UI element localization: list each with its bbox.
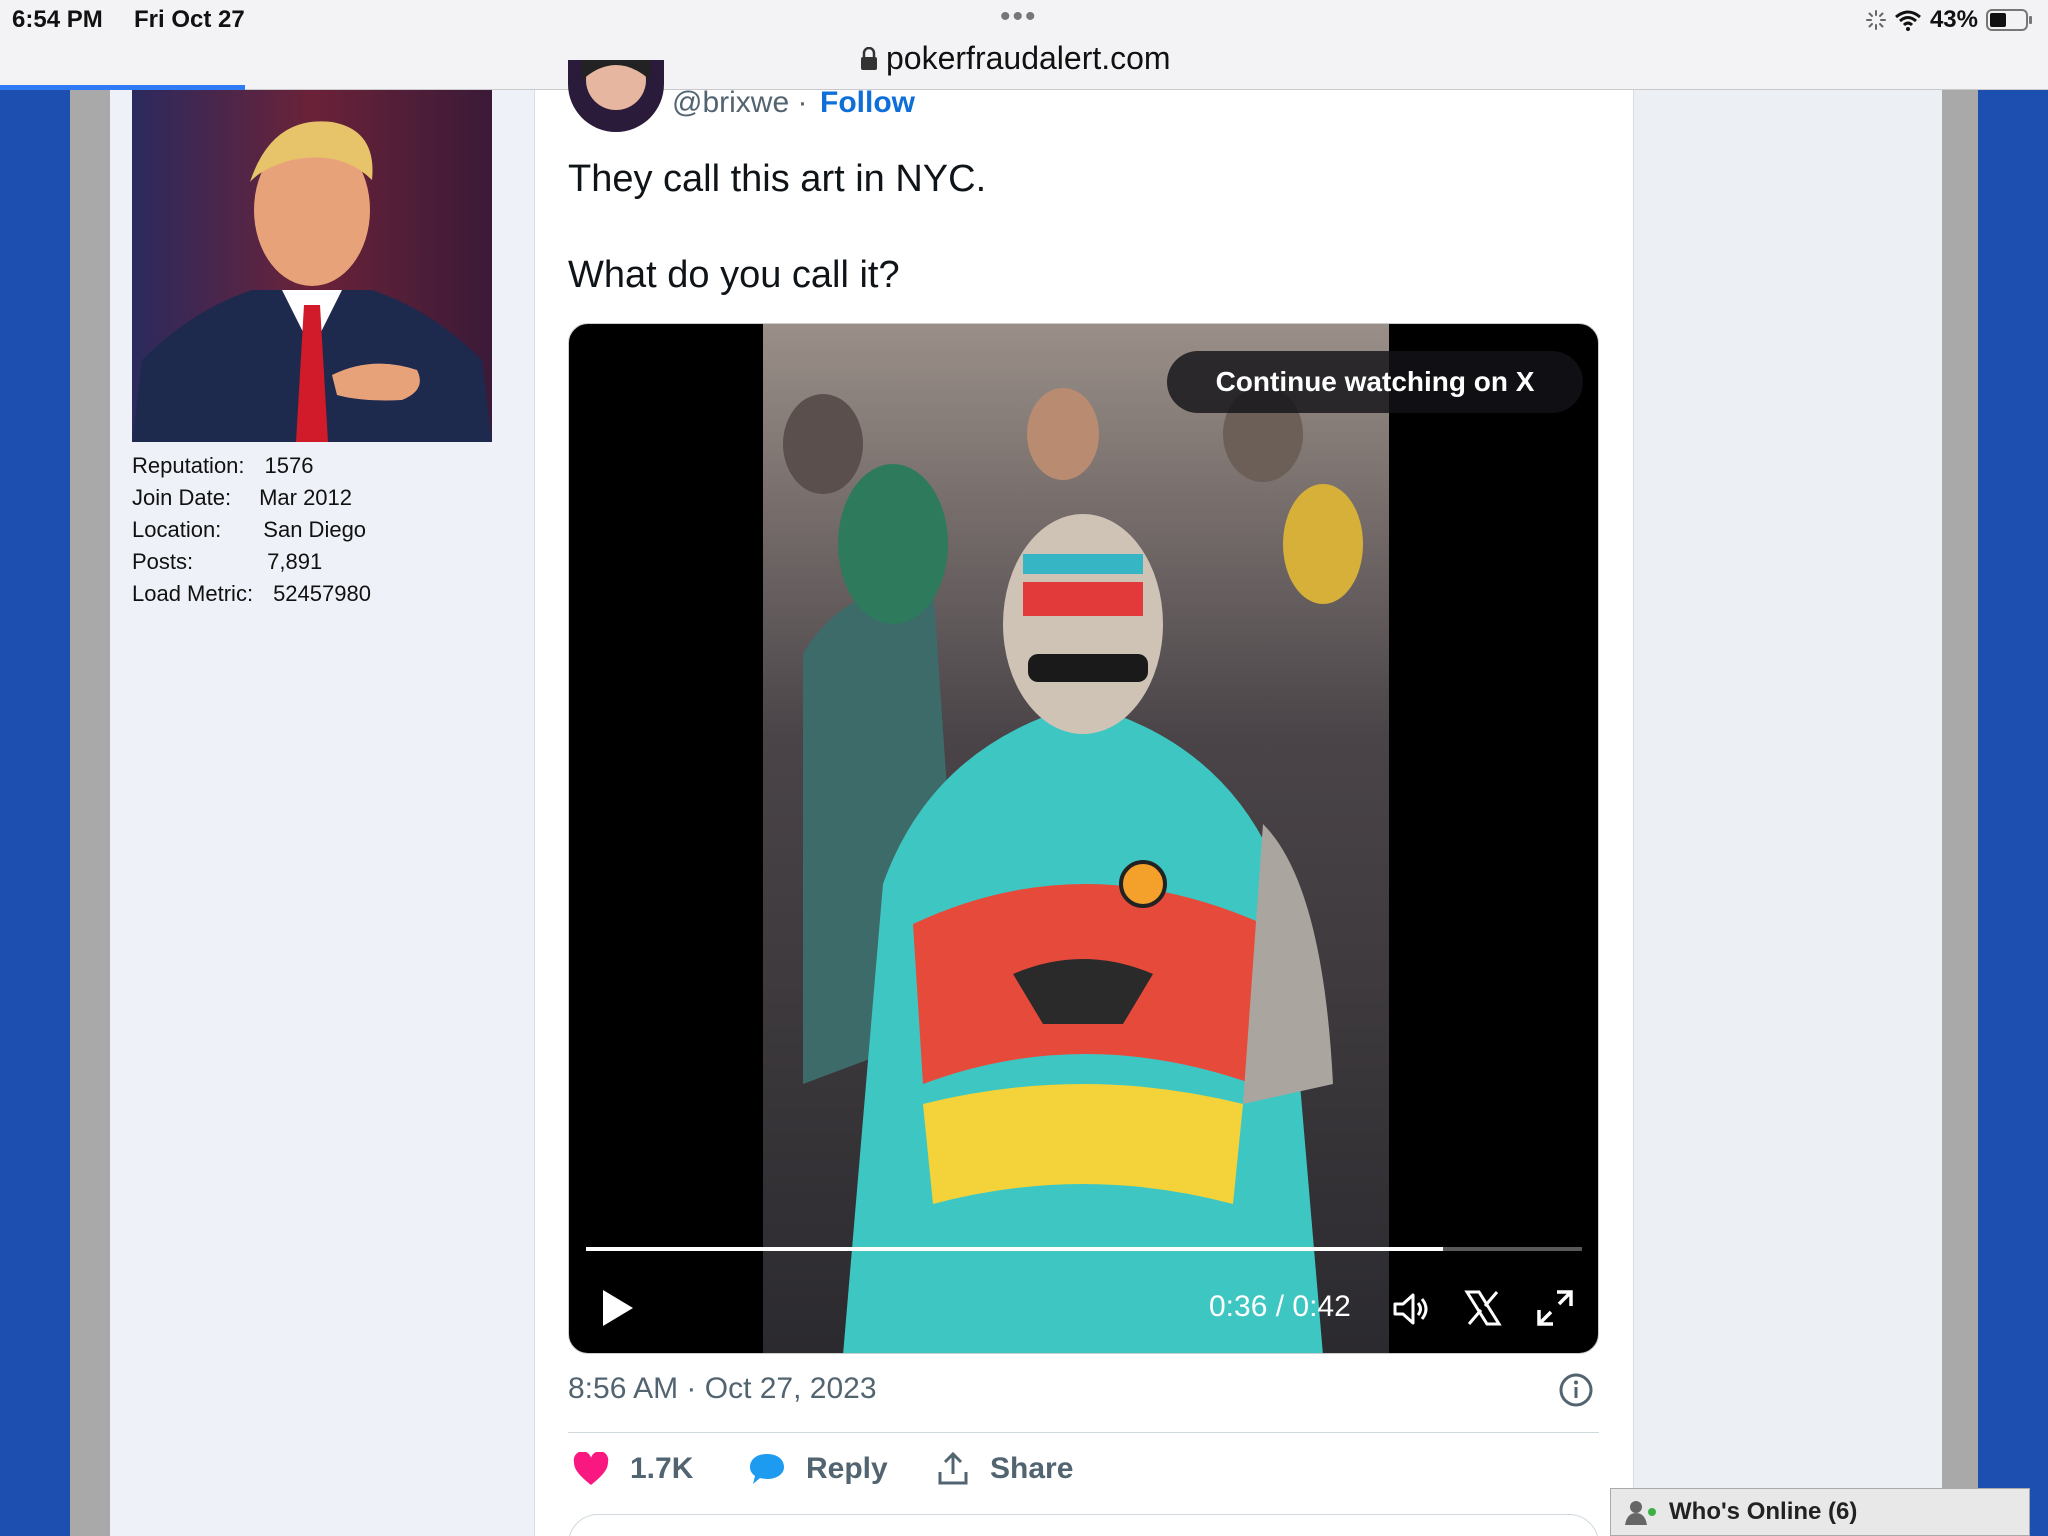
user-info-row: Reputation: 1576 xyxy=(132,450,371,482)
tab-overflow-dots[interactable]: ••• xyxy=(1000,0,1038,34)
user-info-row: Join Date: Mar 2012 xyxy=(132,482,371,514)
user-info-label: Reputation: xyxy=(132,453,245,478)
whos-online-tab[interactable]: Who's Online (6) xyxy=(1610,1488,2030,1536)
user-info-row: Location: San Diego xyxy=(132,514,371,546)
x-logo-icon[interactable] xyxy=(1463,1288,1503,1328)
address-bar[interactable]: pokerfraudalert.com xyxy=(860,40,1171,77)
video-frame xyxy=(763,324,1389,1353)
tweet-timestamp[interactable]: 8:56 AM · Oct 27, 2023 xyxy=(568,1372,877,1406)
right-gutter xyxy=(1634,90,1942,1536)
like-count: 1.7K xyxy=(630,1452,694,1485)
fullscreen-icon[interactable] xyxy=(1535,1288,1575,1328)
volume-muted-icon[interactable] xyxy=(1389,1288,1431,1330)
url-domain: pokerfraudalert.com xyxy=(886,40,1171,76)
user-info-value: 7,891 xyxy=(267,549,323,574)
tweet-text-line-1: They call this art in NYC. xyxy=(568,158,987,200)
heart-icon xyxy=(573,1452,609,1485)
reply-button[interactable]: Reply xyxy=(748,1452,888,1486)
video-progress-bar[interactable] xyxy=(586,1247,1582,1251)
like-button[interactable]: 1.7K xyxy=(572,1452,693,1486)
page-border-right xyxy=(1942,90,1978,1536)
lock-icon xyxy=(861,46,877,70)
follow-button[interactable]: Follow xyxy=(820,86,915,120)
status-date: Fri Oct 27 xyxy=(134,6,245,33)
play-icon[interactable] xyxy=(597,1286,637,1330)
tweet-divider xyxy=(568,1432,1599,1433)
share-button[interactable]: Share xyxy=(936,1452,1073,1486)
user-info-list: Reputation: 1576 Join Date: Mar 2012 Locatio… xyxy=(132,450,371,610)
battery-icon xyxy=(1986,9,2032,31)
speech-bubble-icon xyxy=(750,1454,784,1484)
status-time: 6:54 PM xyxy=(12,6,103,33)
user-info-row: Posts: 7,891 xyxy=(132,546,371,578)
user-info-value: Mar 2012 xyxy=(259,485,353,510)
activity-spinner-icon xyxy=(1865,10,1886,30)
read-replies-button[interactable] xyxy=(568,1514,1599,1536)
user-info-value: 1576 xyxy=(264,453,314,478)
wifi-icon xyxy=(1894,10,1921,31)
continue-watching-button[interactable]: Continue watching on X xyxy=(1167,351,1583,413)
user-info-row: Load Metric: 52457980 xyxy=(132,578,371,610)
video-time: 0:36 / 0:42 xyxy=(1209,1290,1351,1323)
tweet-text-line-2: What do you call it? xyxy=(568,254,900,296)
user-info-label: Load Metric: xyxy=(132,581,254,606)
users-online-icon xyxy=(1625,1501,1656,1525)
user-info-value: 52457980 xyxy=(273,581,371,606)
tweet-video-player[interactable]: Continue watching on X 0:36 / 0:42 xyxy=(568,323,1599,1354)
tweet-author-handle[interactable]: @brixwe · xyxy=(672,86,807,120)
battery-percent: 43% xyxy=(1929,6,1978,33)
whos-online-label: Who's Online (6) xyxy=(1669,1498,1858,1525)
page-border-left xyxy=(70,90,110,1536)
video-progress-fill xyxy=(586,1247,1443,1251)
reply-label: Reply xyxy=(806,1452,888,1485)
user-avatar[interactable] xyxy=(132,90,492,442)
status-indicators: 43% xyxy=(1865,4,2034,36)
info-icon[interactable] xyxy=(1558,1372,1594,1408)
share-upload-icon xyxy=(938,1452,968,1485)
user-info-label: Location: xyxy=(132,517,222,542)
share-label: Share xyxy=(990,1452,1074,1485)
user-info-value: San Diego xyxy=(263,517,367,542)
user-info-label: Posts: xyxy=(132,549,194,574)
browser-top-bar: 6:54 PM Fri Oct 27 ••• 43% pokerfraudale… xyxy=(0,0,2048,90)
user-info-label: Join Date: xyxy=(132,485,232,510)
